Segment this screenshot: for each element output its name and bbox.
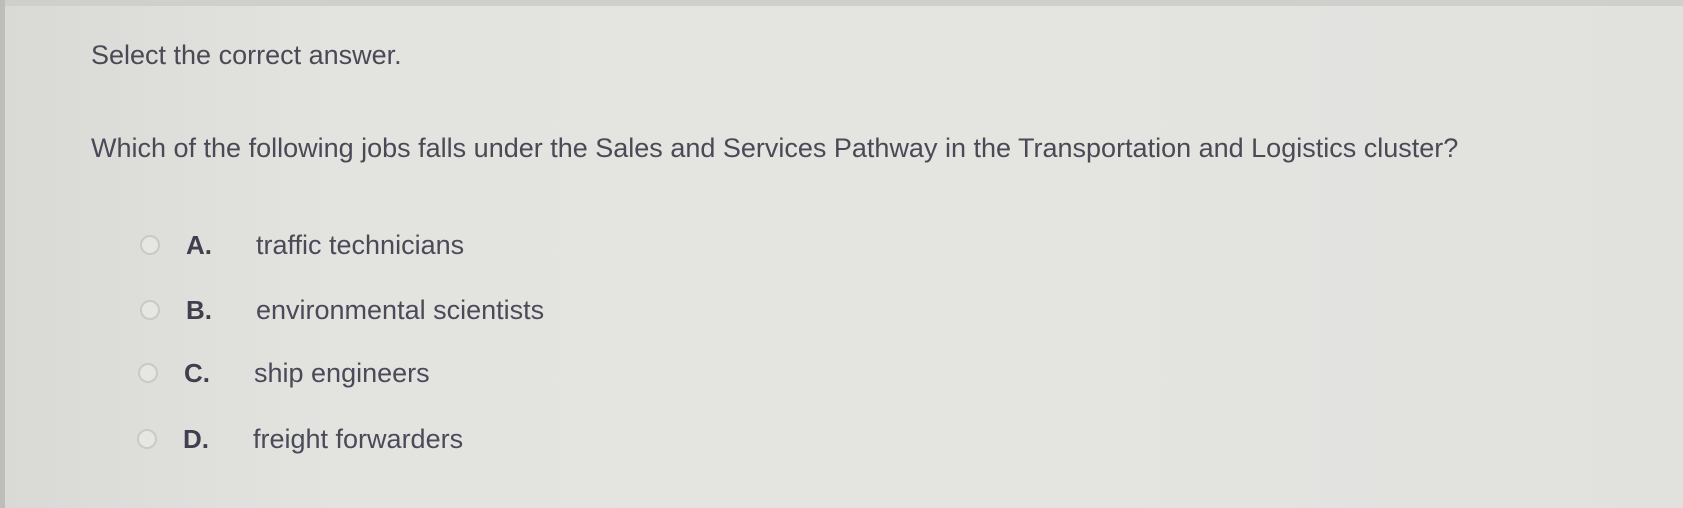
option-text: traffic technicians [256,229,465,260]
option-text: freight forwarders [253,423,464,454]
question-text: Which of the following jobs falls under … [91,133,1459,163]
option-text: ship engineers [254,357,430,388]
option-b[interactable]: B. environmental scientists [140,290,544,330]
option-c[interactable]: C. ship engineers [138,353,430,393]
radio-button-icon[interactable] [140,235,160,255]
option-letter: A. [186,229,212,260]
option-text: environmental scientists [256,294,545,325]
option-letter: D. [183,423,209,454]
radio-button-icon[interactable] [137,429,157,449]
question-page: Select the correct answer. Which of the … [0,0,1683,508]
top-border [0,0,1683,6]
radio-button-icon[interactable] [138,363,158,383]
left-border [0,0,5,508]
radio-button-icon[interactable] [140,300,160,320]
instruction-text: Select the correct answer. [91,40,402,70]
option-letter: B. [186,294,212,325]
option-letter: C. [184,357,210,388]
option-d[interactable]: D. freight forwarders [137,419,463,459]
option-a[interactable]: A. traffic technicians [140,225,464,265]
